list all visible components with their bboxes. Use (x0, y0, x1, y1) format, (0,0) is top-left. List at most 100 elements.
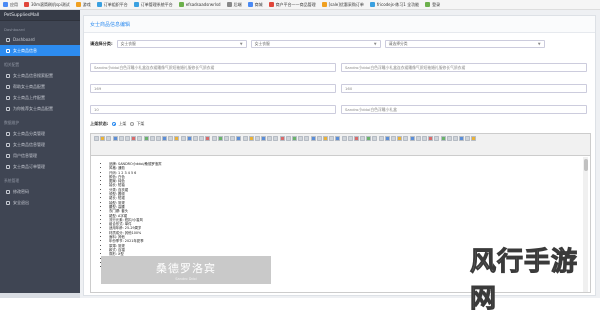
toolbar-button-icon[interactable] (415, 136, 421, 141)
toolbar-button-icon[interactable] (236, 136, 242, 141)
bookmark-item[interactable]: 商城 (247, 2, 263, 8)
sidebar-item[interactable]: 为你推荐女士商品配置 (0, 103, 80, 114)
sidebar-item[interactable]: 女士商品信息 (0, 45, 80, 56)
toolbar-button-icon[interactable] (452, 136, 458, 141)
toolbar-button-icon[interactable] (279, 136, 285, 141)
sidebar-item[interactable]: 帮助女士商品配置 (0, 81, 80, 92)
toolbar-button-icon[interactable] (180, 136, 186, 141)
toolbar-button-icon[interactable] (193, 136, 198, 141)
toolbar-button-icon[interactable] (353, 136, 359, 141)
bookmark-item[interactable]: 订单组织平台 (96, 2, 128, 8)
category-select-1[interactable]: 女士衣服 ▼ (116, 40, 247, 48)
toolbar-button-icon[interactable] (106, 136, 112, 141)
toolbar-button-icon[interactable] (403, 136, 409, 141)
toolbar-button-icon[interactable] (223, 136, 229, 141)
toolbar-button-icon[interactable] (162, 136, 168, 141)
toolbar-button-icon[interactable] (118, 136, 124, 141)
toolbar-button-icon[interactable] (124, 136, 130, 141)
bookmark-item[interactable]: 后端 (226, 2, 242, 8)
bookmark-item[interactable]: efsadsaadsrwrlsd (178, 2, 221, 7)
category-select-2[interactable]: 女士衣服 ▼ (250, 40, 381, 48)
toolbar-button-icon[interactable] (428, 136, 434, 141)
toolbar-button-icon[interactable] (329, 136, 335, 141)
toolbar-button-icon[interactable] (267, 136, 273, 141)
toolbar-button-icon[interactable] (230, 136, 236, 141)
toolbar-button-icon[interactable] (292, 136, 297, 141)
toolbar-button-icon[interactable] (471, 136, 477, 141)
toolbar-button-icon[interactable] (254, 136, 260, 141)
toolbar-button-icon[interactable] (149, 136, 155, 141)
sidebar-item[interactable]: Dashboard (0, 34, 80, 45)
sidebar-item[interactable]: 女士商品信息管理 (0, 139, 80, 150)
toolbar-button-icon[interactable] (217, 136, 223, 141)
toolbar-button-icon[interactable] (131, 136, 137, 141)
scroll-thumb[interactable] (583, 159, 588, 171)
tag-input[interactable]: Sandro小ddoi白色浮雕小礼盒 (341, 105, 587, 114)
bookmark-item[interactable]: 应用 (3, 2, 18, 8)
sidebar-item[interactable]: 女士商品订单管理 (0, 161, 80, 172)
toolbar-button-icon[interactable] (378, 136, 384, 141)
radio-off-label: 下架 (136, 121, 145, 126)
toolbar-button-icon[interactable] (421, 136, 427, 141)
toolbar-button-icon[interactable] (397, 136, 403, 141)
toolbar-button-icon[interactable] (155, 136, 161, 141)
toolbar-button-icon[interactable] (94, 136, 99, 141)
toolbar-button-icon[interactable] (335, 136, 341, 141)
product-subtitle-input[interactable]: Sandro小ddoi白色浮雕小礼盒连衣裙雕像气质短袖婚礼服修长气质衣裙 (341, 63, 587, 72)
sidebar-item[interactable]: 安全退出 (0, 197, 80, 208)
toolbar-button-icon[interactable] (440, 136, 446, 141)
toolbar-button-icon[interactable] (310, 136, 316, 141)
toolbar-button-icon[interactable] (298, 136, 304, 141)
toolbar-button-icon[interactable] (304, 136, 310, 141)
toolbar-button-icon[interactable] (434, 136, 440, 141)
toolbar-button-icon[interactable] (143, 136, 149, 141)
sidebar-item[interactable]: 女士商品信息搜索配置 (0, 70, 80, 81)
toolbar-button-icon[interactable] (112, 136, 118, 141)
bookmark-item[interactable]: 游戏 (75, 2, 91, 8)
toolbar-button-icon[interactable] (205, 136, 211, 141)
bookmark-item[interactable]: 订单管理系统平台 (133, 2, 173, 8)
sale-price-input[interactable]: 160 (341, 84, 587, 93)
bookmark-item[interactable]: fricodejs-练习1 全功能 (369, 2, 419, 8)
bookmark-item[interactable]: [sale]优惠采购订单 (321, 2, 364, 8)
toolbar-button-icon[interactable] (372, 136, 378, 141)
toolbar-button-icon[interactable] (322, 136, 328, 141)
toolbar-button-icon[interactable] (409, 136, 415, 141)
toolbar-button-icon[interactable] (100, 136, 106, 141)
toolbar-button-icon[interactable] (168, 136, 174, 141)
toolbar-button-icon[interactable] (459, 136, 465, 141)
toolbar-button-icon[interactable] (248, 136, 254, 141)
toolbar-button-icon[interactable] (137, 136, 143, 141)
toolbar-button-icon[interactable] (285, 136, 291, 141)
sidebar-item[interactable]: 用户信息管理 (0, 150, 80, 161)
toolbar-button-icon[interactable] (174, 136, 180, 141)
toolbar-button-icon[interactable] (211, 136, 217, 141)
sidebar-item[interactable]: 女士商品分类管理 (0, 128, 80, 139)
toolbar-button-icon[interactable] (273, 136, 279, 141)
stock-input[interactable]: 10 (90, 105, 336, 114)
toolbar-button-icon[interactable] (242, 136, 248, 141)
radio-off-shelf[interactable]: 下架 (130, 121, 144, 127)
original-price-input[interactable]: 169 (90, 84, 336, 93)
bookmark-item[interactable]: 商户平台——商品管理 (268, 2, 316, 8)
category-select-3[interactable]: 请选择分类 ▼ (384, 40, 545, 48)
toolbar-button-icon[interactable] (360, 136, 366, 141)
sidebar-item[interactable]: 女士商品上传配置 (0, 92, 80, 103)
radio-on-shelf[interactable]: 上架 (112, 121, 126, 127)
toolbar-button-icon[interactable] (261, 136, 267, 141)
sidebar-item[interactable]: 修改密码 (0, 186, 80, 197)
toolbar-button-icon[interactable] (391, 136, 396, 141)
toolbar-button-icon[interactable] (347, 136, 353, 141)
toolbar-button-icon[interactable] (366, 136, 372, 141)
toolbar-button-icon[interactable] (465, 136, 471, 141)
toolbar-button-icon[interactable] (316, 136, 322, 141)
bookmark-item[interactable]: 登录 (425, 2, 440, 8)
toolbar-button-icon[interactable] (446, 136, 452, 141)
toolbar-button-icon[interactable] (341, 136, 347, 141)
toolbar-button-icon[interactable] (384, 136, 390, 141)
product-name-input[interactable]: Sandro小ddoi白色浮雕小礼盒连衣裙雕像气质短袖婚礼服修长气质衣裙 (90, 63, 336, 72)
bookmark-favicon-icon (226, 2, 232, 7)
toolbar-button-icon[interactable] (186, 136, 192, 141)
toolbar-button-icon[interactable] (199, 136, 205, 141)
bookmark-item[interactable]: 30m滚筒刷机spi测试 (24, 2, 70, 8)
